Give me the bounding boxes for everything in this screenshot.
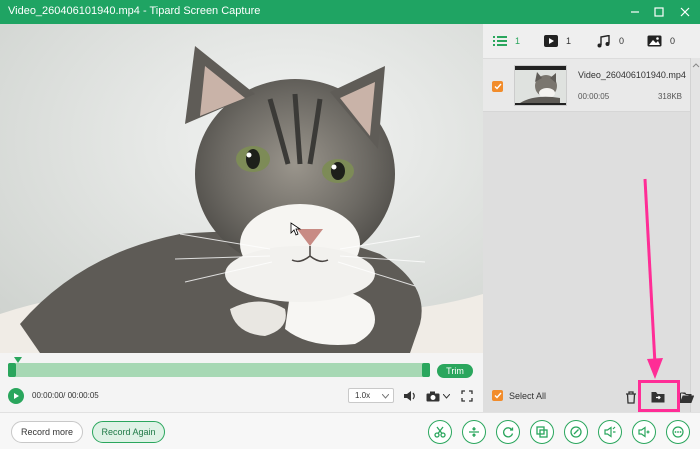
annotation-arrow bbox=[643, 178, 663, 379]
file-thumbnail bbox=[514, 65, 567, 106]
record-more-button[interactable]: Record more bbox=[11, 421, 83, 443]
player-controls: 00:00:00/ 00:00:05 1.0x bbox=[0, 380, 483, 412]
speed-value: 1.0x bbox=[355, 391, 371, 400]
cat-photo bbox=[0, 24, 483, 353]
file-list-item[interactable]: Video_260406101940.mp4 00:00:05 318KB bbox=[483, 58, 690, 112]
trim-timeline[interactable] bbox=[8, 357, 430, 377]
chevron-down-icon bbox=[443, 393, 450, 399]
tab-all[interactable]: 1 bbox=[493, 33, 520, 49]
media-tabs: 1 1 0 0 bbox=[483, 24, 700, 58]
cut-tool-button[interactable] bbox=[428, 420, 452, 444]
fullscreen-button[interactable] bbox=[458, 387, 476, 405]
speaker-plus-icon bbox=[638, 426, 650, 438]
trim-end-handle[interactable] bbox=[422, 363, 430, 377]
time-display: 00:00:00/ 00:00:05 bbox=[32, 391, 99, 400]
play-button[interactable] bbox=[8, 388, 24, 404]
more-icon bbox=[672, 426, 684, 438]
fullscreen-icon bbox=[461, 390, 473, 402]
tab-videos[interactable]: 1 bbox=[544, 33, 571, 49]
refresh-icon bbox=[503, 427, 514, 438]
maximize-icon[interactable] bbox=[646, 0, 672, 24]
checkmark-icon bbox=[494, 392, 502, 399]
play-icon bbox=[544, 35, 558, 47]
convert-tool-button[interactable] bbox=[496, 420, 520, 444]
annotation-highlight-box bbox=[638, 380, 680, 412]
select-all-label: Select All bbox=[509, 391, 547, 401]
scroll-up-icon bbox=[692, 63, 700, 68]
edit-tool-button[interactable] bbox=[564, 420, 588, 444]
file-checkbox[interactable] bbox=[492, 81, 503, 92]
title-bar: Video_260406101940.mp4 - Tipard Screen C… bbox=[0, 0, 700, 24]
file-size: 318KB bbox=[657, 92, 682, 101]
audio-tool-button[interactable] bbox=[598, 420, 622, 444]
more-tools-button[interactable] bbox=[666, 420, 690, 444]
snapshot-button[interactable] bbox=[425, 387, 451, 405]
file-name: Video_260406101940.mp4 bbox=[578, 70, 686, 80]
list-icon bbox=[493, 36, 507, 46]
volume-button[interactable] bbox=[401, 387, 419, 405]
image-icon bbox=[647, 35, 662, 47]
checkmark-icon bbox=[494, 83, 502, 90]
select-all-checkbox[interactable] bbox=[492, 390, 503, 401]
close-icon[interactable] bbox=[672, 0, 698, 24]
video-preview[interactable] bbox=[0, 24, 483, 353]
cat-thumbnail bbox=[515, 66, 566, 105]
scissors-icon bbox=[434, 426, 446, 438]
layers-icon bbox=[536, 426, 548, 438]
camera-icon bbox=[426, 391, 440, 401]
speed-select[interactable]: 1.0x bbox=[348, 388, 394, 403]
minimize-icon[interactable] bbox=[622, 0, 648, 24]
chevron-down-icon bbox=[382, 394, 389, 399]
play-icon bbox=[14, 393, 19, 399]
trim-start-handle[interactable] bbox=[8, 363, 16, 377]
edit-icon bbox=[570, 426, 582, 438]
trim-button[interactable]: Trim bbox=[437, 364, 473, 378]
tab-images[interactable]: 0 bbox=[647, 33, 675, 49]
file-duration: 00:00:05 bbox=[578, 92, 610, 101]
bottom-toolbar: Record more Record Again bbox=[0, 412, 700, 449]
music-icon bbox=[597, 34, 610, 47]
compress-tool-button[interactable] bbox=[530, 420, 554, 444]
recordings-sidebar: 1 1 0 0 Video_260406101940.mp4 00:00:05 … bbox=[483, 24, 700, 412]
tab-audio[interactable]: 0 bbox=[597, 33, 624, 49]
record-again-button[interactable]: Record Again bbox=[92, 421, 165, 443]
playhead-marker[interactable] bbox=[14, 357, 22, 363]
volume-boost-button[interactable] bbox=[632, 420, 656, 444]
speaker-icon bbox=[604, 426, 616, 438]
window-title: Video_260406101940.mp4 - Tipard Screen C… bbox=[8, 5, 261, 17]
merge-tool-button[interactable] bbox=[462, 420, 486, 444]
merge-icon bbox=[469, 427, 479, 437]
volume-icon bbox=[404, 391, 415, 401]
